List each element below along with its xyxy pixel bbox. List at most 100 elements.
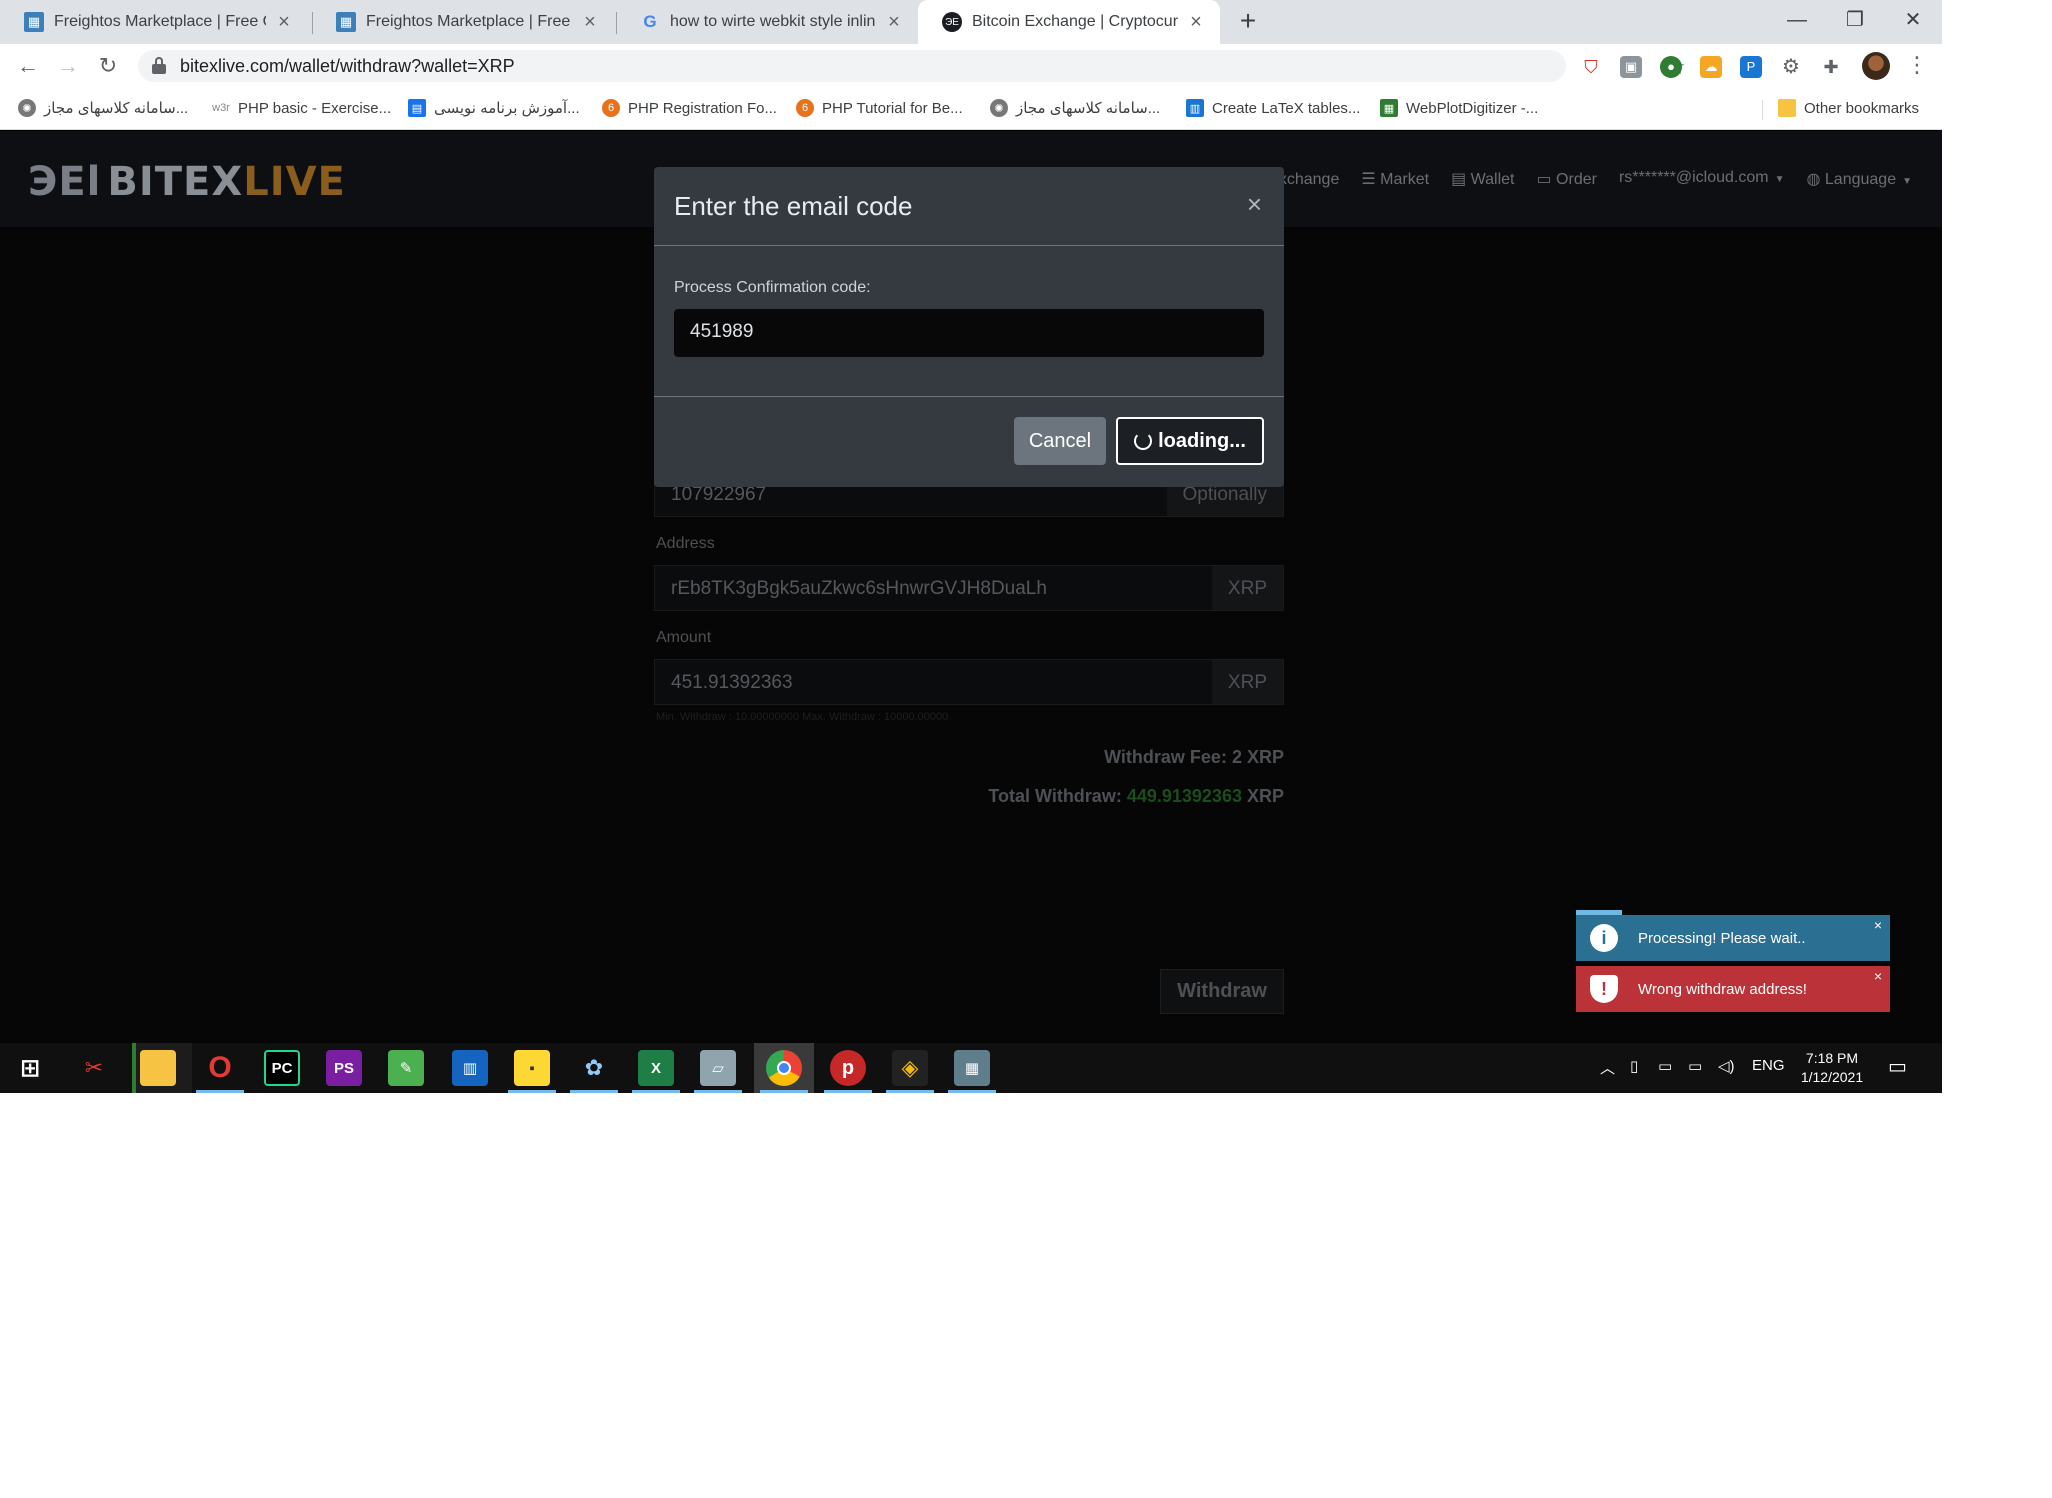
extension-cloud-icon[interactable]: ☁ <box>1700 56 1722 78</box>
bookmark-item[interactable]: ✺ سامانه کلاسهای مجاز... <box>18 96 188 120</box>
extensions-puzzle-icon[interactable]: ✚ <box>1820 56 1842 78</box>
tray-chevron-up-icon[interactable]: ︿ <box>1600 1057 1615 1078</box>
address-field[interactable]: rEb8TK3gBgk5auZkwc6sHnwrGVJH8DuaLh XRP <box>654 565 1284 611</box>
opera-icon[interactable]: O <box>202 1050 238 1086</box>
browser-menu-icon[interactable]: ⋮ <box>1906 52 1928 78</box>
back-icon[interactable]: ← <box>14 52 42 80</box>
paint-icon[interactable]: ✎ <box>388 1050 424 1086</box>
tab-title: Freightos Marketplace | Free Onli <box>54 13 266 30</box>
tab-freightos-1[interactable]: ▦ Freightos Marketplace | Free Onli × <box>0 0 308 44</box>
tab-title: Bitcoin Exchange | Cryptocurrenc <box>972 13 1178 30</box>
restore-icon[interactable]: ❐ <box>1826 0 1884 44</box>
bookmark-item[interactable]: ▥ Create LaTeX tables... <box>1186 96 1360 120</box>
google-icon: G <box>643 12 657 31</box>
forward-icon[interactable]: → <box>54 52 82 80</box>
windows-start-icon[interactable]: ⊞ <box>12 1050 48 1086</box>
loading-label: loading... <box>1158 429 1246 452</box>
usb-icon[interactable]: ▯ <box>1630 1057 1638 1075</box>
toast-close-icon[interactable]: × <box>1874 968 1882 984</box>
archive-icon[interactable]: ▥ <box>452 1050 488 1086</box>
close-tab-icon[interactable]: × <box>884 11 904 34</box>
bookmark-label: PHP basic - Exercise... <box>238 99 392 117</box>
toast-message: Processing! Please wait.. <box>1638 929 1806 947</box>
taskbar-running-indicator <box>948 1090 996 1093</box>
binance-icon[interactable]: ◈ <box>892 1050 928 1086</box>
bookmark-item[interactable]: ▦ WebPlotDigitizer -... <box>1380 96 1538 120</box>
close-tab-icon[interactable]: × <box>1186 11 1206 34</box>
input-language[interactable]: ENG <box>1752 1057 1785 1074</box>
nav-wallet[interactable]: ▤ Wallet <box>1451 169 1514 189</box>
new-tab-button[interactable]: + <box>1232 6 1264 38</box>
bitexlive-logo[interactable]: ЭЕl BITEXLIVE <box>28 159 346 205</box>
reload-icon[interactable]: ↻ <box>94 52 122 80</box>
network-icon[interactable]: ▭ <box>1688 1057 1702 1075</box>
minimize-icon[interactable]: — <box>1768 0 1826 44</box>
pycharm-icon[interactable]: PC <box>264 1050 300 1086</box>
profile-avatar[interactable] <box>1862 52 1890 80</box>
excel-icon[interactable]: X <box>638 1050 674 1086</box>
bookmark-label: WebPlotDigitizer -... <box>1406 99 1539 117</box>
taskbar-running-indicator <box>196 1090 244 1093</box>
bookmark-label: Create LaTeX tables... <box>1212 99 1361 117</box>
extension-gear-icon[interactable]: ⚙ <box>1780 56 1802 78</box>
battery-icon[interactable]: ▭ <box>1658 1057 1672 1075</box>
chrome-icon[interactable] <box>766 1050 802 1086</box>
user-menu[interactable]: rs*******@icloud.com ▼ <box>1619 169 1785 189</box>
system-clock[interactable]: 7:18 PM 1/12/2021 <box>1796 1049 1868 1087</box>
extension-screenshot-icon[interactable]: ▣ <box>1620 56 1642 78</box>
bookmark-item[interactable]: w3r PHP basic - Exercise... <box>212 96 391 120</box>
snipping-tool-icon[interactable]: ✂ <box>76 1050 112 1086</box>
submit-loading-button[interactable]: loading... <box>1116 417 1264 465</box>
extension-shield-icon[interactable]: ⛉ <box>1580 56 1602 78</box>
tab-title: Freightos Marketplace | Free Onli <box>366 13 572 30</box>
taskbar-running-indicator <box>694 1090 742 1093</box>
language-menu[interactable]: ◍ Language ▼ <box>1807 169 1913 189</box>
seal-icon: ✺ <box>990 99 1008 117</box>
amount-value[interactable]: 451.91392363 <box>655 660 1212 704</box>
phpstorm-icon[interactable]: PS <box>326 1050 362 1086</box>
paint3d-icon[interactable]: ✿ <box>576 1050 612 1086</box>
notepad-icon[interactable]: ▱ <box>700 1050 736 1086</box>
bookmark-item[interactable]: ▤ آموزش برنامه نویسی... <box>408 96 580 120</box>
tab-google-search[interactable]: G how to wirte webkit style inline - × <box>616 0 918 44</box>
address-bar[interactable]: bitexlive.com/wallet/withdraw?wallet=XRP… <box>138 50 1686 82</box>
bookmark-label: سامانه کلاسهای مجاز... <box>44 100 189 117</box>
volume-icon[interactable]: ◁) <box>1718 1057 1735 1075</box>
sticky-notes-icon[interactable]: ▪ <box>514 1050 550 1086</box>
bookmark-item[interactable]: ✺ سامانه کلاسهای مجاز... <box>990 96 1160 120</box>
confirmation-code-input[interactable]: 451989 <box>674 309 1264 357</box>
table-icon: ▥ <box>1186 99 1204 117</box>
logo-mark: ЭЕl <box>28 159 102 205</box>
extension-p-icon[interactable]: P <box>1740 56 1762 78</box>
close-icon[interactable]: × <box>1247 189 1262 220</box>
close-tab-icon[interactable]: × <box>274 11 294 34</box>
close-tab-icon[interactable]: × <box>580 11 600 34</box>
browser-toolbar: ← → ↻ bitexlive.com/wallet/withdraw?wall… <box>0 44 1942 88</box>
total-unit: XRP <box>1246 786 1284 806</box>
nav-market[interactable]: ☰ Market <box>1361 169 1429 189</box>
cancel-button[interactable]: Cancel <box>1014 417 1106 465</box>
tab-bitexlive[interactable]: ЭЕ Bitcoin Exchange | Cryptocurrenc × <box>918 0 1220 44</box>
bookmark-item[interactable]: 6 PHP Registration Fo... <box>602 96 777 120</box>
extension-globe-icon[interactable]: ● <box>1660 56 1682 78</box>
notification-center-icon[interactable]: ▭ <box>1888 1054 1907 1079</box>
amount-field[interactable]: 451.91392363 XRP <box>654 659 1284 705</box>
other-bookmarks[interactable]: Other bookmarks <box>1778 96 1919 120</box>
psiphon-icon[interactable]: p <box>830 1050 866 1086</box>
seal-icon: ✺ <box>18 99 36 117</box>
info-toast[interactable]: i Processing! Please wait.. × <box>1576 915 1890 961</box>
file-explorer-icon[interactable] <box>140 1050 176 1086</box>
taskbar-running-indicator <box>760 1090 808 1093</box>
withdraw-button[interactable]: Withdraw <box>1160 969 1284 1014</box>
bookmark-label: PHP Tutorial for Be... <box>822 99 963 117</box>
close-window-icon[interactable]: ✕ <box>1884 0 1942 44</box>
bookmark-label: Other bookmarks <box>1804 99 1920 117</box>
address-value[interactable]: rEb8TK3gBgk5auZkwc6sHnwrGVJH8DuaLh <box>655 566 1212 610</box>
bookmark-item[interactable]: 6 PHP Tutorial for Be... <box>796 96 963 120</box>
calculator-icon[interactable]: ▦ <box>954 1050 990 1086</box>
tab-freightos-2[interactable]: ▦ Freightos Marketplace | Free Onli × <box>312 0 614 44</box>
toast-close-icon[interactable]: × <box>1874 917 1882 933</box>
nav-order[interactable]: ▭ Order <box>1536 169 1596 189</box>
error-toast[interactable]: ! Wrong withdraw address! × <box>1576 966 1890 1012</box>
total-amount: 449.91392363 <box>1126 786 1242 806</box>
